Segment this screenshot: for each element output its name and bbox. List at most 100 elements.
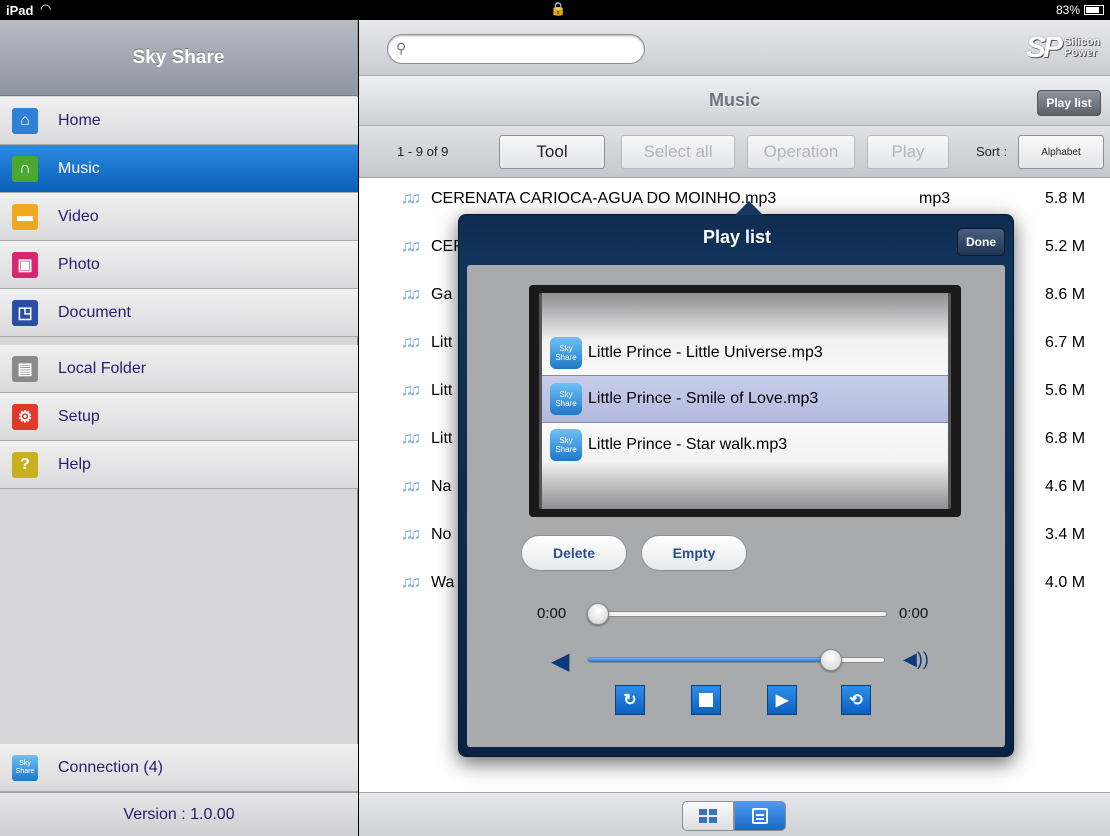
sidebar-item-local-folder[interactable]: ▤ Local Folder — [0, 345, 358, 393]
headphones-icon: ∩ — [12, 155, 38, 182]
file-size: 4.0 M — [1045, 574, 1086, 591]
repeat-one-button[interactable]: ⟲ — [841, 685, 871, 715]
sidebar-item-label: Document — [58, 303, 131, 321]
sidebar: Sky Share ⌂ Home ∩ Music ▬ Video ▣ Photo… — [0, 20, 358, 836]
play-button[interactable]: Play — [867, 135, 949, 169]
play-control-button[interactable]: ▶ — [767, 685, 797, 715]
sky-share-app-icon: Sky Share — [550, 429, 582, 461]
playlist-button[interactable]: Play list — [1037, 90, 1101, 116]
home-icon: ⌂ — [12, 107, 38, 134]
sidebar-item-home[interactable]: ⌂ Home — [0, 97, 358, 145]
music-note-icon: ♫♫ — [401, 430, 421, 447]
done-button[interactable]: Done — [957, 228, 1005, 256]
playlist-picker[interactable]: Sky Share Little Prince - Little Univers… — [529, 285, 961, 517]
play-icon: ▶ — [775, 692, 789, 709]
file-size: 4.6 M — [1045, 478, 1086, 495]
battery-percent: 83% — [1055, 3, 1080, 17]
sidebar-item-label: Local Folder — [58, 359, 147, 377]
list-icon — [752, 808, 768, 824]
delete-button[interactable]: Delete — [521, 535, 627, 571]
battery-icon — [1084, 5, 1104, 15]
file-size: 6.8 M — [1045, 430, 1086, 447]
music-note-icon: ♫♫ — [401, 286, 421, 303]
gears-icon: ⚙ — [12, 403, 38, 430]
volume-fill — [588, 658, 831, 662]
volume-low-icon: ◀ — [551, 648, 570, 675]
playlist-item[interactable]: Sky Share Little Prince - Little Univers… — [550, 331, 946, 375]
sidebar-item-label: Help — [58, 455, 91, 473]
toolbar: 1 - 9 of 9 Tool Select all Operation Pla… — [359, 126, 1110, 178]
sky-share-app-icon: Sky Share — [550, 337, 582, 369]
total-time: 0:00 — [899, 605, 929, 622]
file-name: CERENATA CARIOCA-AGUA DO MOINHO.mp3 — [431, 190, 777, 207]
sidebar-item-label: Home — [58, 111, 101, 129]
search-icon: ⚲ — [396, 40, 407, 56]
stop-button[interactable] — [691, 685, 721, 715]
sidebar-item-help[interactable]: ? Help — [0, 441, 358, 489]
question-icon: ? — [12, 451, 38, 478]
document-icon: ◳ — [12, 299, 38, 326]
wifi-icon: ◠ — [40, 1, 52, 16]
sidebar-item-setup[interactable]: ⚙ Setup — [0, 393, 358, 441]
sidebar-item-music[interactable]: ∩ Music — [0, 145, 358, 193]
tool-button[interactable]: Tool — [499, 135, 605, 169]
select-all-button[interactable]: Select all — [621, 135, 735, 169]
sort-label: Sort : — [976, 144, 1008, 159]
elapsed-time: 0:00 — [537, 605, 567, 622]
connection-label: Connection (4) — [58, 758, 163, 776]
playlist-item-selected[interactable]: Sky Share Little Prince - Smile of Love.… — [550, 377, 946, 421]
sidebar-item-photo[interactable]: ▣ Photo — [0, 241, 358, 289]
device-label: iPad — [6, 3, 34, 18]
logo-mark: SP — [1025, 31, 1063, 64]
progress-slider-knob[interactable] — [587, 603, 609, 625]
photo-icon: ▣ — [12, 251, 38, 278]
sidebar-item-label: Video — [58, 207, 99, 225]
search-input[interactable] — [414, 39, 634, 59]
music-note-icon: ♫♫ — [401, 478, 421, 495]
sidebar-item-label: Music — [58, 159, 100, 177]
empty-button[interactable]: Empty — [641, 535, 747, 571]
progress-slider[interactable] — [591, 611, 887, 617]
file-size: 5.6 M — [1045, 382, 1086, 399]
search-field[interactable]: ⚲ — [387, 34, 645, 64]
sort-select[interactable]: Alphabet — [1018, 135, 1104, 169]
repeat-one-icon: ⟲ — [849, 692, 863, 709]
file-size: 8.6 M — [1045, 286, 1086, 303]
music-note-icon: ♫♫ — [401, 238, 421, 255]
stop-icon — [699, 693, 713, 707]
playlist-item-label: Little Prince - Little Universe.mp3 — [588, 344, 823, 361]
bottom-bar — [359, 792, 1110, 836]
playlist-item-label: Little Prince - Star walk.mp3 — [588, 436, 788, 453]
operation-button[interactable]: Operation — [747, 135, 855, 169]
sidebar-item-document[interactable]: ◳ Document — [0, 289, 358, 337]
music-note-icon: ♫♫ — [401, 526, 421, 543]
repeat-icon: ↻ — [623, 692, 637, 709]
volume-high-icon: ◀)) — [903, 649, 929, 669]
volume-slider-knob[interactable] — [820, 649, 843, 671]
file-size: 5.2 M — [1045, 238, 1086, 255]
music-note-icon: ♫♫ — [401, 190, 421, 207]
playlist-item[interactable]: Sky Share Little Prince - Star walk.mp3 — [550, 423, 946, 467]
sidebar-title: Sky Share — [0, 20, 357, 96]
top-bar: ⚲ SP Silicon Power — [359, 20, 1110, 76]
page-title: Music — [708, 90, 760, 110]
music-note-icon: ♫♫ — [401, 574, 421, 591]
item-count: 1 - 9 of 9 — [397, 144, 449, 159]
sidebar-item-label: Setup — [58, 407, 100, 425]
logo-text: Silicon Power — [1064, 37, 1100, 59]
sidebar-item-connection[interactable]: Sky Share Connection (4) — [0, 744, 358, 792]
picker-wheel[interactable]: Sky Share Little Prince - Little Univers… — [539, 293, 951, 509]
sidebar-item-video[interactable]: ▬ Video — [0, 193, 358, 241]
clipboard-icon: ▤ — [12, 355, 38, 382]
list-view-button[interactable] — [734, 801, 786, 831]
repeat-button[interactable]: ↻ — [615, 685, 645, 715]
grid-view-button[interactable] — [682, 801, 734, 831]
sidebar-item-label: Photo — [58, 255, 100, 273]
title-bar: Music Play list — [359, 76, 1110, 126]
file-size: 5.8 M — [1045, 190, 1086, 207]
music-note-icon: ♫♫ — [401, 382, 421, 399]
status-bar: iPad ◠ 🔒 83% — [0, 0, 1110, 20]
lock-icon: 🔒 — [550, 1, 567, 16]
video-icon: ▬ — [12, 203, 38, 230]
popover-arrow — [735, 201, 763, 215]
